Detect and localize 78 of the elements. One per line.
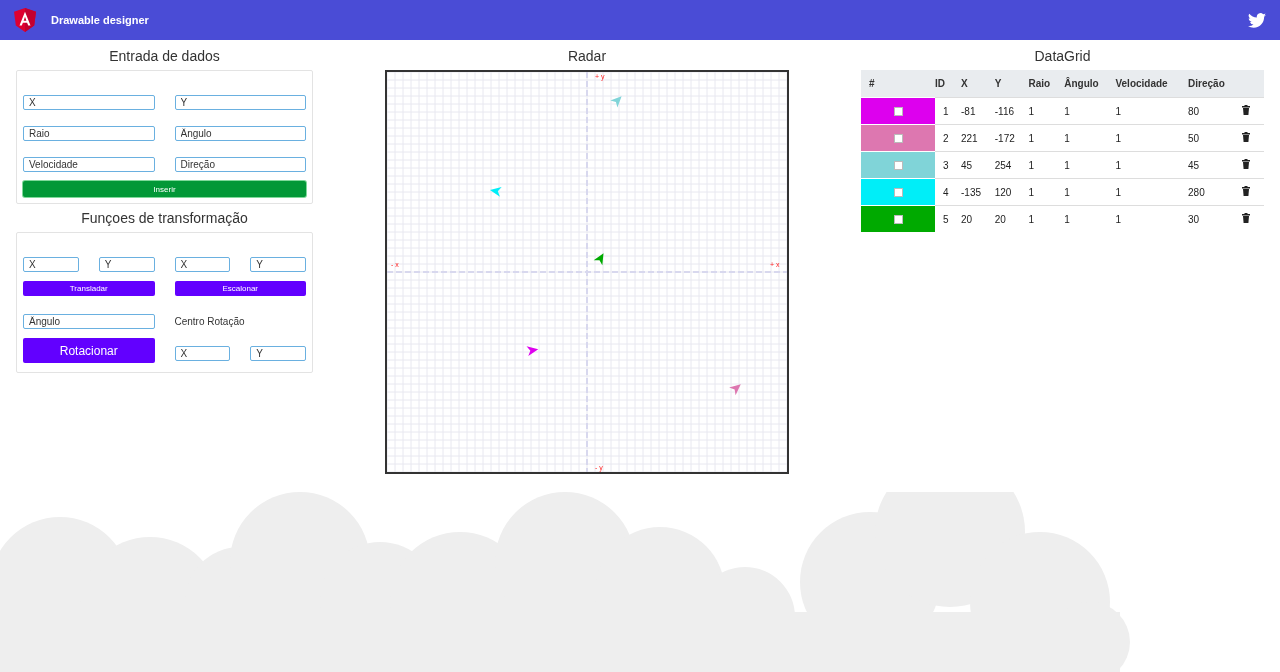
checkbox[interactable]: [893, 134, 903, 144]
input-field[interactable]: X: [23, 95, 155, 110]
input-field[interactable]: X: [174, 257, 231, 272]
table-cell: 5: [935, 205, 961, 232]
table-cell: 50: [1188, 124, 1242, 152]
input-field[interactable]: Velocidade: [23, 157, 155, 172]
table-cell: 1: [935, 97, 961, 125]
table-cell: 1: [1064, 124, 1116, 152]
section-title: Entrada de dados: [108, 48, 221, 64]
input-field[interactable]: Ângulo: [23, 314, 155, 329]
table-cell: 80: [1188, 97, 1242, 125]
table-cell: 3: [935, 151, 961, 179]
bird-icon[interactable]: [1248, 12, 1266, 28]
column-header: Velocidade: [1115, 70, 1189, 98]
column-header: ID: [935, 70, 961, 98]
scale-button[interactable]: Escalonar: [174, 281, 306, 296]
app-title: Drawable designer: [51, 14, 149, 26]
table-cell: -172: [994, 124, 1029, 152]
input-field[interactable]: Direção: [174, 157, 306, 172]
table-cell: 1: [1028, 151, 1065, 179]
table-cell: 1: [1064, 205, 1116, 232]
table-cell: -135: [961, 178, 995, 206]
column-header: Ângulo: [1064, 70, 1116, 98]
table-cell: 45: [1188, 151, 1242, 179]
trash-icon[interactable]: [1242, 105, 1250, 115]
trash-icon[interactable]: [1242, 159, 1250, 169]
insert-button[interactable]: Inserir: [23, 181, 306, 197]
table-cell: 254: [994, 151, 1029, 179]
rotation-center-label: Centro Rotação: [174, 315, 246, 329]
shield-logo-icon: [14, 8, 36, 32]
table-cell: 1: [1064, 151, 1116, 179]
table-cell: 1: [1115, 97, 1189, 125]
checkbox[interactable]: [893, 188, 903, 198]
checkbox[interactable]: [893, 161, 903, 171]
table-cell: -116: [994, 97, 1029, 125]
table-cell: 4: [935, 178, 961, 206]
checkbox[interactable]: [893, 215, 903, 225]
trash-icon[interactable]: [1242, 132, 1250, 142]
table-cell: 1: [1028, 97, 1065, 125]
table-cell: 20: [994, 205, 1029, 232]
table-cell: 45: [961, 151, 995, 179]
input-field[interactable]: X: [174, 346, 231, 361]
input-field[interactable]: Raio: [23, 126, 155, 141]
input-field[interactable]: Y: [250, 257, 306, 272]
table-cell: 30: [1188, 205, 1242, 232]
column-header: #: [861, 70, 935, 98]
checkbox[interactable]: [893, 107, 903, 117]
section-title: Radar: [566, 48, 608, 64]
column-header: X: [961, 70, 995, 98]
section-title: DataGrid: [1033, 48, 1092, 64]
input-field[interactable]: Ângulo: [174, 126, 306, 141]
table-cell: -81: [961, 97, 995, 125]
input-field[interactable]: Y: [174, 95, 306, 110]
input-field[interactable]: Y: [250, 346, 306, 361]
table-cell: 1: [1028, 124, 1065, 152]
input-field[interactable]: Y: [98, 257, 155, 272]
table-cell: 1: [1028, 178, 1065, 206]
table-cell: 1: [1115, 205, 1189, 232]
table-cell: 221: [961, 124, 995, 152]
table-cell: 1: [1115, 178, 1189, 206]
column-header: Y: [994, 70, 1029, 98]
table-cell: 2: [935, 124, 961, 152]
table-cell: 1: [1028, 205, 1065, 232]
table-cell: 1: [1064, 178, 1116, 206]
section-title: Funçoes de transformação: [80, 210, 249, 226]
column-header: Raio: [1028, 70, 1065, 98]
trash-icon[interactable]: [1242, 186, 1250, 196]
input-field[interactable]: X: [23, 257, 79, 272]
rotate-button[interactable]: Rotacionar: [23, 338, 155, 363]
table-cell: 280: [1188, 178, 1242, 206]
table-cell: 120: [994, 178, 1029, 206]
translate-button[interactable]: Transladar: [23, 281, 155, 296]
column-header: Direção: [1188, 70, 1242, 98]
table-cell: 1: [1115, 124, 1189, 152]
table-cell: 20: [961, 205, 995, 232]
table-cell: 1: [1115, 151, 1189, 179]
table-cell: 1: [1064, 97, 1116, 125]
trash-icon[interactable]: [1242, 213, 1250, 223]
